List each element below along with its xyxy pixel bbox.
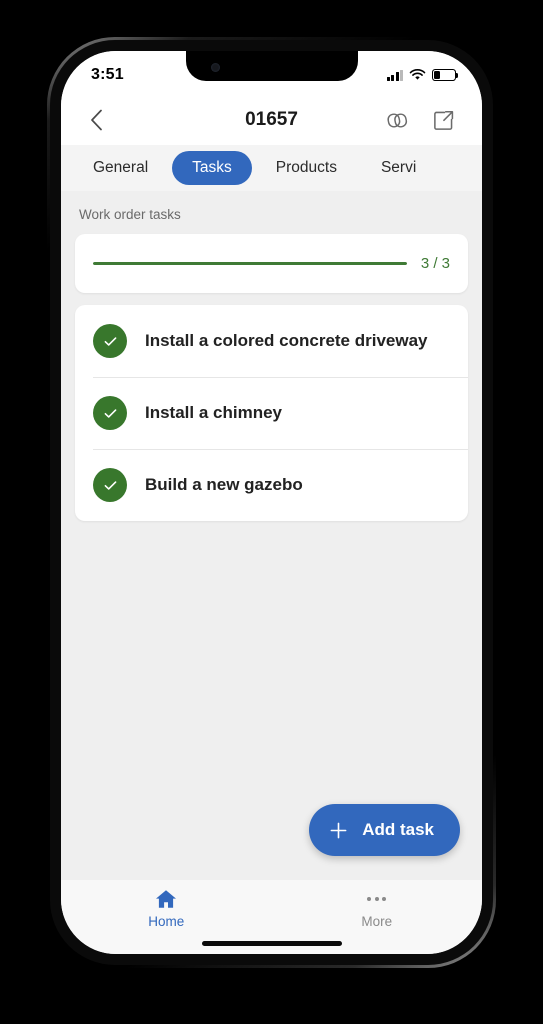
add-task-button[interactable]: Add task <box>309 804 460 856</box>
screenshot-stage: 3:51 01657 General Tasks Products Servi … <box>0 0 543 1024</box>
nav-item-more-label: More <box>361 914 393 929</box>
related-records-icon <box>386 112 407 128</box>
task-completed-check-icon <box>93 468 127 502</box>
related-records-button[interactable] <box>380 103 414 137</box>
add-task-label: Add task <box>362 820 434 839</box>
progress-count: 3 / 3 <box>420 255 450 272</box>
phone-bezel: 3:51 01657 General Tasks Products Servi … <box>50 40 493 965</box>
tab-tasks[interactable]: Tasks <box>172 151 252 185</box>
progress-bar <box>93 262 407 265</box>
signal-bars-icon <box>386 69 403 81</box>
progress-bar-fill <box>93 262 407 265</box>
task-title: Build a new gazebo <box>145 474 303 494</box>
tab-general[interactable]: General <box>73 151 168 185</box>
task-row[interactable]: Build a new gazebo <box>75 449 468 521</box>
phone-screen: 3:51 01657 General Tasks Products Servi … <box>61 51 482 954</box>
status-indicators <box>386 69 459 81</box>
status-time: 3:51 <box>91 66 124 83</box>
task-row[interactable]: Install a colored concrete driveway <box>75 305 468 377</box>
task-list: Install a colored concrete driveway Inst… <box>75 305 468 521</box>
tasks-content: Work order tasks 3 / 3 Install a colored… <box>61 191 482 880</box>
task-completed-check-icon <box>93 324 127 358</box>
chevron-left-icon <box>90 109 102 131</box>
phone-frame: 3:51 01657 General Tasks Products Servi … <box>47 37 496 968</box>
plus-icon <box>330 822 347 838</box>
nav-item-home[interactable]: Home <box>61 888 272 929</box>
task-title: Install a colored concrete driveway <box>145 330 428 350</box>
progress-card: 3 / 3 <box>75 234 468 293</box>
battery-low-icon <box>432 69 459 81</box>
check-icon <box>104 408 116 418</box>
tab-products[interactable]: Products <box>256 151 357 185</box>
task-row[interactable]: Install a chimney <box>75 377 468 449</box>
app-bar: 01657 <box>61 95 482 145</box>
tab-services[interactable]: Servi <box>361 151 436 185</box>
home-icon <box>156 890 177 908</box>
front-camera-icon <box>210 63 220 72</box>
open-in-new-icon <box>433 110 453 130</box>
share-button[interactable] <box>426 103 460 137</box>
check-icon <box>104 336 116 346</box>
task-completed-check-icon <box>93 396 127 430</box>
nav-item-home-label: Home <box>148 914 185 929</box>
nav-item-more[interactable]: More <box>272 888 483 929</box>
check-icon <box>104 480 116 490</box>
section-label: Work order tasks <box>79 207 181 222</box>
tab-strip[interactable]: General Tasks Products Servi <box>61 145 482 191</box>
home-indicator[interactable] <box>201 941 342 946</box>
back-button[interactable] <box>79 103 113 137</box>
display-notch <box>185 51 358 81</box>
task-title: Install a chimney <box>145 402 282 422</box>
ellipsis-icon <box>367 888 387 910</box>
wifi-icon <box>409 69 426 80</box>
